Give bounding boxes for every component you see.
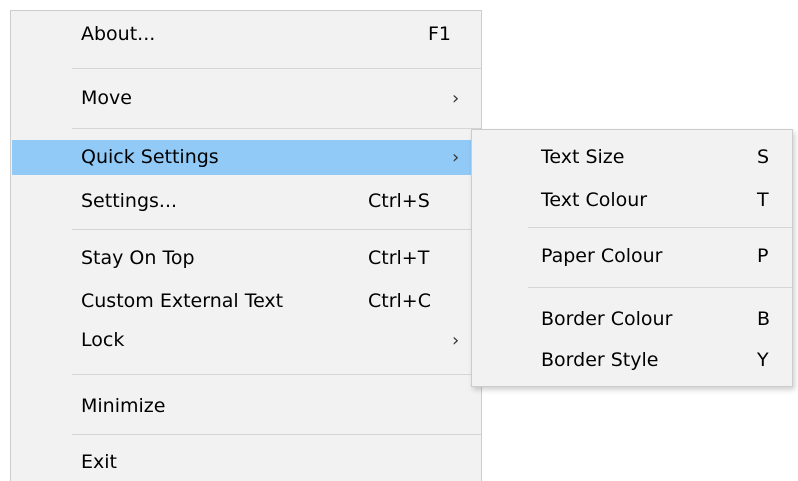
- menu-item-label: Border Colour: [541, 308, 673, 330]
- menu-item-lock[interactable]: Lock ›: [12, 323, 480, 358]
- submenu-item-border-style[interactable]: Border Style Y: [473, 343, 791, 378]
- submenu-item-border-colour[interactable]: Border Colour B: [473, 302, 791, 337]
- menu-item-label: Exit: [81, 451, 117, 473]
- menu-item-label: Custom External Text: [81, 290, 284, 312]
- menu-item-exit[interactable]: Exit: [12, 445, 480, 480]
- menu-item-move[interactable]: Move ›: [12, 81, 480, 116]
- menu-item-label: Border Style: [541, 349, 659, 371]
- menu-separator: [72, 374, 481, 375]
- menu-item-custom-external-text[interactable]: Custom External Text Ctrl+C: [12, 284, 480, 319]
- quick-settings-submenu: Text Size S Text Colour T Paper Colour P…: [471, 129, 793, 387]
- desktop: About... F1 Move › Quick Settings › Sett…: [0, 0, 798, 481]
- submenu-item-paper-colour[interactable]: Paper Colour P: [473, 239, 791, 274]
- chevron-right-icon: ›: [452, 147, 460, 168]
- context-menu: About... F1 Move › Quick Settings › Sett…: [10, 10, 482, 481]
- menu-separator: [72, 128, 481, 129]
- menu-separator: [528, 287, 792, 288]
- menu-item-quick-settings[interactable]: Quick Settings ›: [12, 140, 480, 175]
- menu-separator: [72, 68, 481, 69]
- menu-item-shortcut: Ctrl+C: [368, 290, 431, 312]
- menu-item-shortcut: P: [757, 245, 769, 267]
- menu-item-shortcut: S: [757, 146, 770, 168]
- menu-item-about[interactable]: About... F1: [12, 17, 480, 52]
- menu-item-settings[interactable]: Settings... Ctrl+S: [12, 184, 480, 219]
- menu-item-label: Text Colour: [541, 189, 648, 211]
- menu-separator: [72, 229, 481, 230]
- menu-separator: [528, 227, 792, 228]
- menu-item-minimize[interactable]: Minimize: [12, 389, 480, 424]
- menu-item-label: Text Size: [541, 146, 625, 168]
- menu-item-label: About...: [81, 23, 156, 45]
- menu-item-shortcut: Ctrl+S: [368, 190, 430, 212]
- menu-item-label: Quick Settings: [81, 146, 219, 168]
- menu-item-label: Stay On Top: [81, 247, 195, 269]
- menu-item-shortcut: Y: [757, 349, 769, 371]
- menu-separator: [72, 434, 481, 435]
- menu-item-label: Minimize: [81, 395, 166, 417]
- menu-item-stay-on-top[interactable]: Stay On Top Ctrl+T: [12, 241, 480, 276]
- chevron-right-icon: ›: [452, 330, 460, 351]
- menu-item-label: Paper Colour: [541, 245, 663, 267]
- menu-item-shortcut: Ctrl+T: [368, 247, 430, 269]
- menu-item-shortcut: T: [757, 189, 769, 211]
- menu-item-shortcut: F1: [428, 23, 452, 45]
- menu-item-label: Settings...: [81, 190, 178, 212]
- menu-item-label: Move: [81, 87, 132, 109]
- menu-item-shortcut: B: [757, 308, 771, 330]
- chevron-right-icon: ›: [452, 88, 460, 109]
- menu-item-label: Lock: [81, 329, 125, 351]
- submenu-item-text-colour[interactable]: Text Colour T: [473, 183, 791, 218]
- submenu-item-text-size[interactable]: Text Size S: [473, 140, 791, 175]
